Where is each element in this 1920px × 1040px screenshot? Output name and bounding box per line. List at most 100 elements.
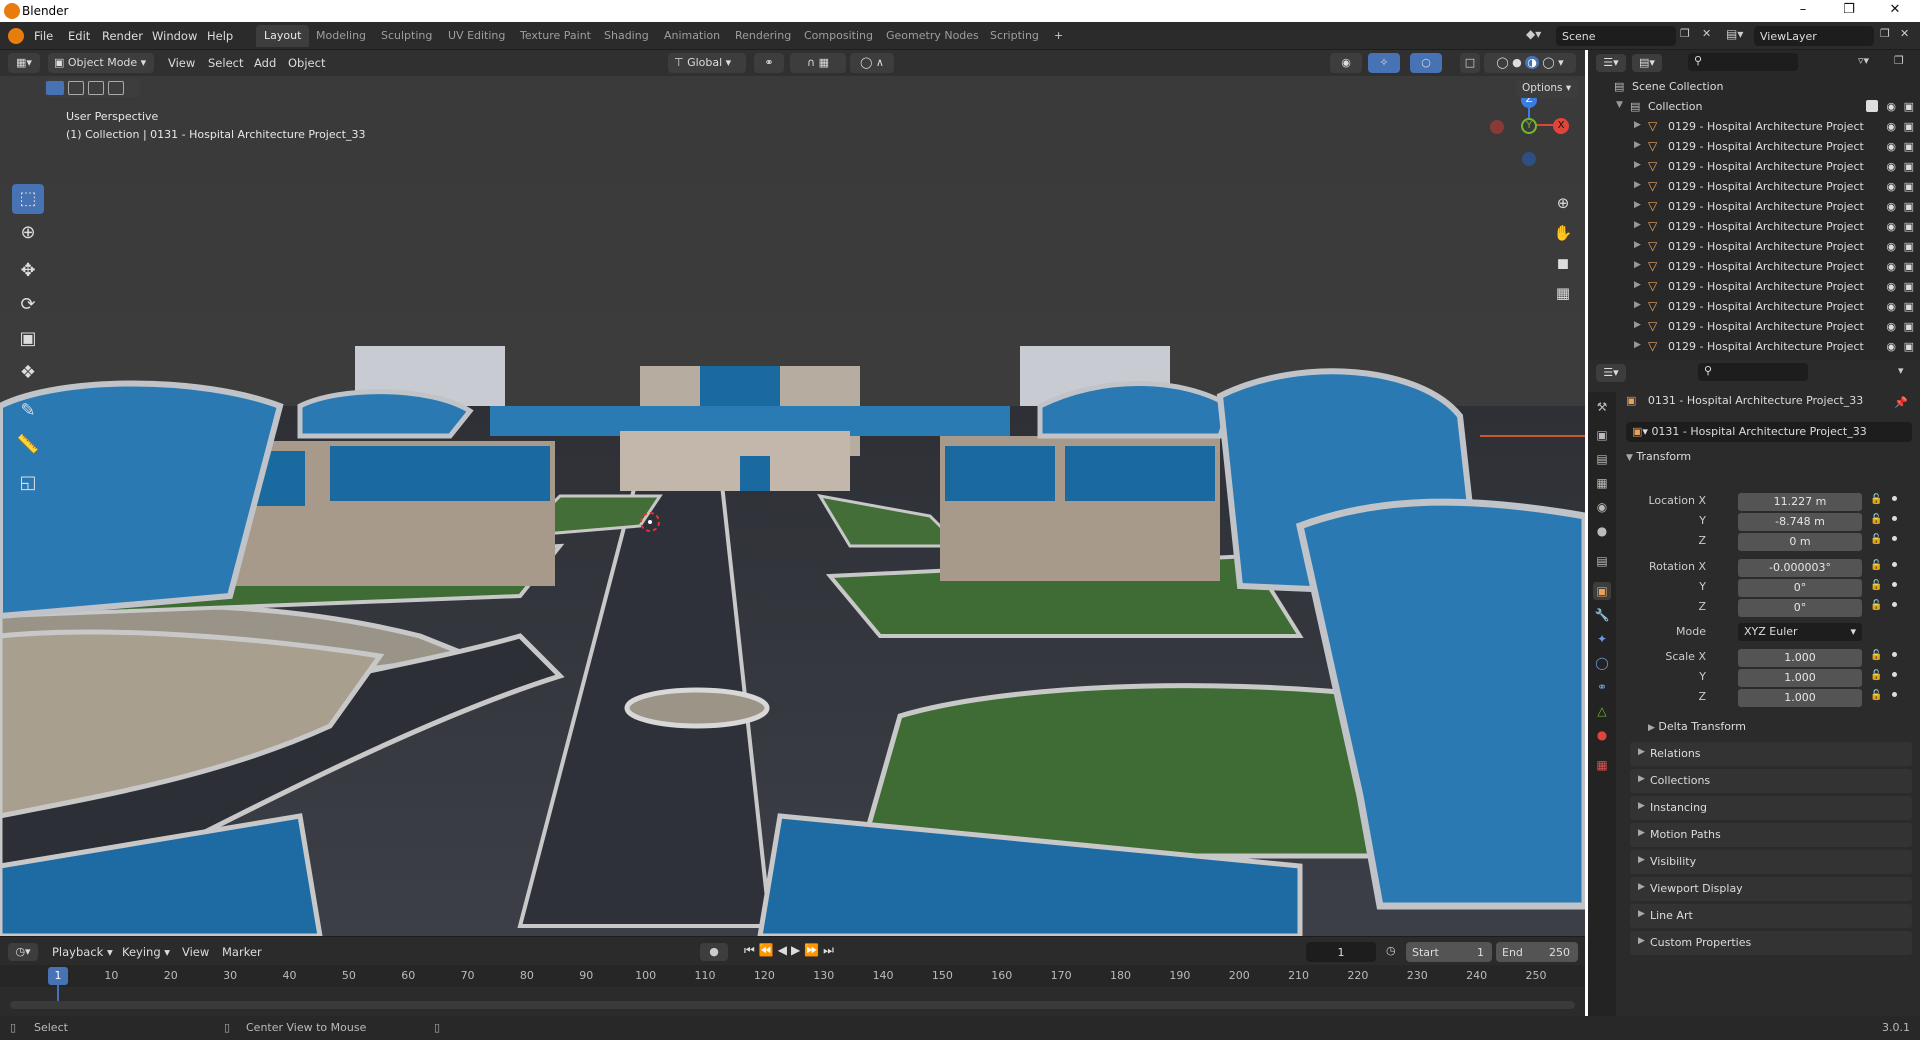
measure-tool-icon[interactable]: 📏 — [12, 430, 44, 460]
eye-icon[interactable]: ◉ — [1886, 320, 1896, 333]
lock-icon[interactable]: 🔓 — [1870, 514, 1882, 525]
lock-icon[interactable]: 🔓 — [1870, 600, 1882, 611]
menu-help[interactable]: Help — [207, 29, 233, 43]
rotate-tool-icon[interactable]: ⟳ — [12, 290, 44, 320]
eye-icon[interactable]: ◉ — [1886, 300, 1896, 313]
camera-view-icon[interactable]: ◼ — [1550, 250, 1576, 276]
world-tab-icon[interactable]: ● — [1593, 522, 1611, 540]
orientation-dropdown[interactable]: ⊤ Global ▾ — [668, 53, 746, 73]
pin-icon[interactable]: 📌 — [1894, 396, 1908, 409]
menu-marker[interactable]: Marker — [222, 945, 262, 959]
location-y-field[interactable]: -8.748 m — [1738, 513, 1862, 531]
panel-relations[interactable]: ▶ Relations — [1630, 742, 1912, 766]
scale-z-field[interactable]: 1.000 — [1738, 689, 1862, 707]
collection-checkbox[interactable] — [1866, 100, 1878, 112]
camera-icon[interactable]: ▣ — [1904, 220, 1914, 233]
keyframe-dot-icon[interactable] — [1892, 692, 1897, 697]
material-tab-icon[interactable]: ● — [1593, 726, 1611, 744]
outliner-row-object[interactable]: ▶ ▽ 0129 - Hospital Architecture Project ◉ ▣ — [1588, 257, 1920, 277]
particles-tab-icon[interactable]: ✦ — [1593, 630, 1611, 648]
physics-tab-icon[interactable]: ◯ — [1593, 654, 1611, 672]
scale-x-field[interactable]: 1.000 — [1738, 649, 1862, 667]
properties-editor-icon[interactable]: ☰▾ — [1596, 364, 1626, 382]
delete-view-layer-icon[interactable]: ✕ — [1900, 27, 1918, 45]
new-collection-icon[interactable]: ❐ — [1894, 54, 1904, 67]
outliner-editor-icon[interactable]: ☰▾ — [1596, 54, 1626, 72]
camera-icon[interactable]: ▣ — [1904, 260, 1914, 273]
keyframe-dot-icon[interactable] — [1892, 536, 1897, 541]
proportional-edit-icon[interactable]: ◯ ∧ — [850, 53, 894, 73]
shading-modes[interactable]: ◯ ● ◑ ◯ ▾ — [1484, 53, 1576, 73]
outliner-row-object[interactable]: ▶ ▽ 0129 - Hospital Architecture Project ◉ ▣ — [1588, 337, 1920, 357]
eye-icon[interactable]: ◉ — [1886, 260, 1896, 273]
tab-sculpting[interactable]: Sculpting — [373, 25, 440, 47]
start-frame-field[interactable]: Start 1 — [1406, 942, 1492, 962]
add-workspace-button[interactable]: + — [1046, 25, 1071, 47]
tool-tab-icon[interactable]: ⚒ — [1593, 398, 1611, 416]
new-scene-icon[interactable]: ❐ — [1680, 27, 1698, 45]
eye-icon[interactable]: ◉ — [1886, 160, 1896, 173]
mode-dropdown[interactable]: ▣ Object Mode ▾ — [48, 53, 154, 73]
add-cube-tool-icon[interactable]: ◱ — [12, 468, 44, 498]
expand-icon[interactable]: ▶ — [1634, 140, 1641, 150]
eye-icon[interactable]: ◉ — [1886, 180, 1896, 193]
minimize-button[interactable]: – — [1780, 2, 1826, 20]
outliner-row-object[interactable]: ▶ ▽ 0129 - Hospital Architecture Project ◉ ▣ — [1588, 317, 1920, 337]
properties-search-input[interactable]: ⚲ — [1698, 363, 1808, 381]
menu-file[interactable]: File — [34, 29, 53, 43]
options-dropdown[interactable]: Options ▾ — [1516, 80, 1578, 98]
scene-tab-icon[interactable]: ◉ — [1593, 498, 1611, 516]
menu-timeline-view[interactable]: View — [182, 945, 209, 959]
rotation-mode-dropdown[interactable]: XYZ Euler ▾ — [1738, 623, 1862, 641]
new-view-layer-icon[interactable]: ❐ — [1880, 27, 1898, 45]
outliner-row-object[interactable]: ▶ ▽ 0129 - Hospital Architecture Project ◉ ▣ — [1588, 137, 1920, 157]
lock-icon[interactable]: 🔓 — [1870, 534, 1882, 545]
end-frame-field[interactable]: End 250 — [1496, 942, 1578, 962]
menu-object[interactable]: Object — [288, 56, 325, 70]
menu-view[interactable]: View — [168, 56, 195, 70]
eye-icon[interactable]: ◉ — [1886, 120, 1896, 133]
camera-icon[interactable]: ▣ — [1904, 120, 1914, 133]
select-box-tool-icon[interactable]: ⬚ — [12, 184, 44, 214]
eye-icon[interactable]: ◉ — [1886, 240, 1896, 253]
outliner-row-object[interactable]: ▶ ▽ 0129 - Hospital Architecture Project ◉ ▣ — [1588, 277, 1920, 297]
expand-icon[interactable]: ▶ — [1634, 220, 1641, 230]
tab-geometry-nodes[interactable]: Geometry Nodes — [878, 25, 987, 47]
panel-instancing[interactable]: ▶ Instancing — [1630, 796, 1912, 820]
camera-icon[interactable]: ▣ — [1904, 180, 1914, 193]
view-layer-icon[interactable]: ▤▾ — [1726, 27, 1752, 45]
outliner-row-scene-collection[interactable]: ▤ Scene Collection — [1588, 77, 1920, 97]
outliner-row-object[interactable]: ▶ ▽ 0129 - Hospital Architecture Project ◉ ▣ — [1588, 237, 1920, 257]
keyframe-dot-icon[interactable] — [1892, 496, 1897, 501]
panel-visibility[interactable]: ▶ Visibility — [1630, 850, 1912, 874]
panel-viewport-display[interactable]: ▶ Viewport Display — [1630, 877, 1912, 901]
visibility-icon[interactable]: ◉ — [1330, 53, 1362, 73]
lock-icon[interactable]: 🔓 — [1870, 494, 1882, 505]
current-frame-field[interactable]: 1 — [1306, 942, 1376, 962]
camera-icon[interactable]: ▣ — [1904, 300, 1914, 313]
zoom-icon[interactable]: ⊕ — [1550, 190, 1576, 216]
expand-icon[interactable]: ▶ — [1634, 300, 1641, 310]
scene-icon[interactable]: ◆▾ — [1526, 27, 1552, 45]
scale-y-field[interactable]: 1.000 — [1738, 669, 1862, 687]
pan-hand-icon[interactable]: ✋ — [1550, 220, 1576, 246]
camera-icon[interactable]: ▣ — [1904, 100, 1914, 113]
menu-select[interactable]: Select — [208, 56, 243, 70]
gizmo-toggle-icon[interactable]: ✧ — [1368, 53, 1400, 73]
menu-keying[interactable]: Keying ▾ — [122, 945, 170, 959]
lock-icon[interactable]: 🔓 — [1870, 650, 1882, 661]
outliner-row-collection[interactable]: ▼ ▤ Collection ◉ ▣ — [1588, 97, 1920, 117]
render-tab-icon[interactable]: ▣ — [1593, 426, 1611, 444]
lock-icon[interactable]: 🔓 — [1870, 670, 1882, 681]
menu-window[interactable]: Window — [152, 29, 197, 43]
xray-icon[interactable]: □ — [1460, 53, 1480, 73]
camera-icon[interactable]: ▣ — [1904, 240, 1914, 253]
move-tool-icon[interactable]: ✥ — [12, 256, 44, 286]
constraints-tab-icon[interactable]: ⚭ — [1593, 678, 1611, 696]
tab-compositing[interactable]: Compositing — [796, 25, 881, 47]
keyframe-dot-icon[interactable] — [1892, 582, 1897, 587]
filter-icon[interactable]: ▿▾ — [1858, 54, 1869, 67]
scene-render[interactable] — [0, 76, 1585, 936]
annotate-tool-icon[interactable]: ✎ — [12, 396, 44, 426]
expand-icon[interactable]: ▶ — [1634, 280, 1641, 290]
